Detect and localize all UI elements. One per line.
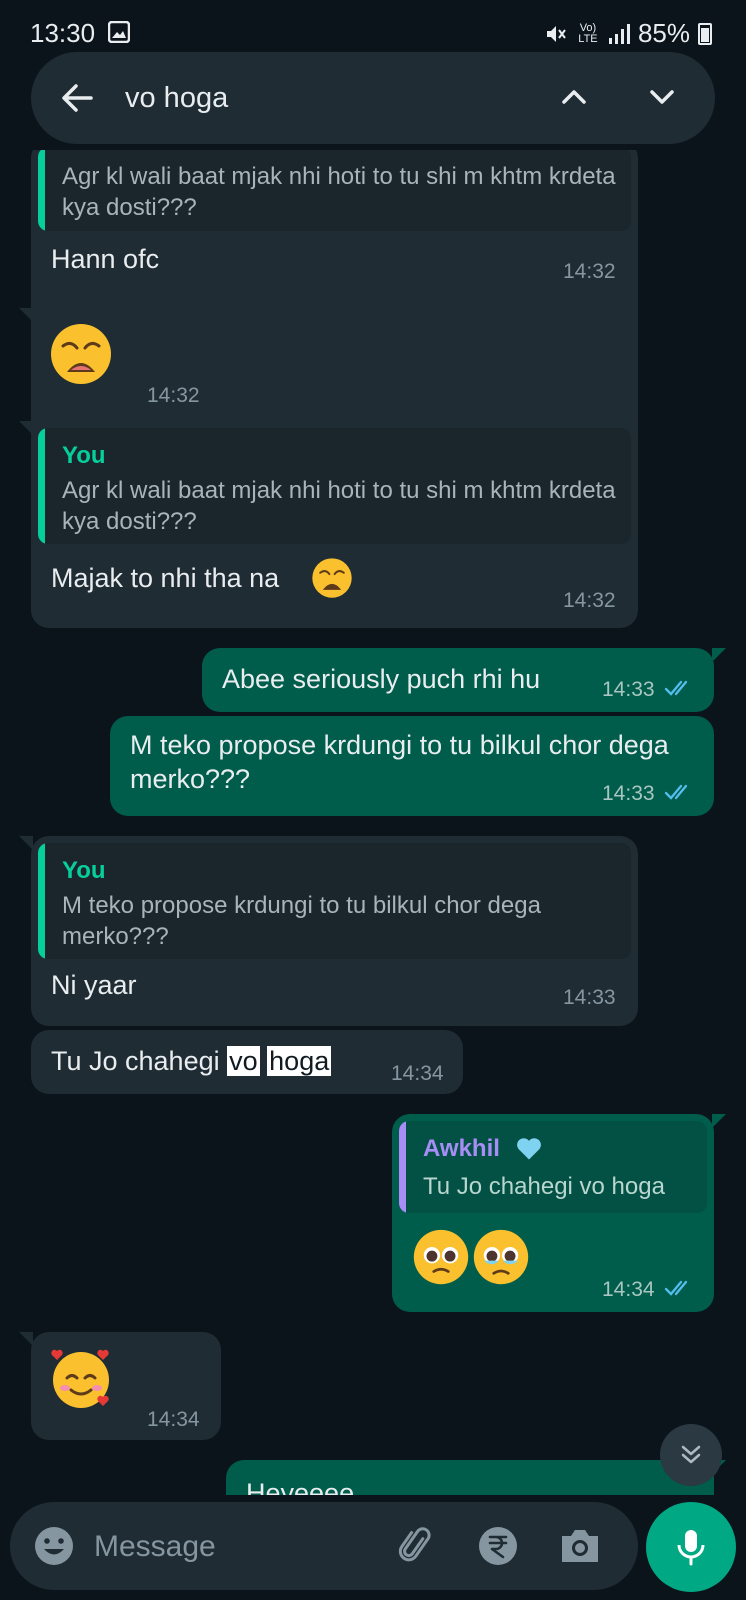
signal-icon xyxy=(608,23,630,44)
message-text: Majak to nhi tha na xyxy=(51,563,280,593)
back-arrow-icon[interactable] xyxy=(59,80,95,116)
mute-icon xyxy=(546,25,566,42)
quoted-message[interactable]: You M teko propose krdungi to tu bilkul … xyxy=(38,843,631,959)
message-text-part: Tu Jo chahegi xyxy=(51,1046,228,1076)
smiling-face-with-hearts-icon xyxy=(51,1349,109,1408)
message-input[interactable]: Message xyxy=(94,1530,216,1564)
search-highlight: hoga xyxy=(267,1046,332,1076)
message-text: Abee seriously puch rhi hu xyxy=(222,664,541,694)
chat-area[interactable]: Agr kl wali baat mjak nhi hoti to tu shi… xyxy=(0,150,746,1495)
message-bubble-incoming[interactable]: You M teko propose krdungi to tu bilkul … xyxy=(19,836,638,1026)
read-receipt-icon xyxy=(664,680,688,696)
message-time: 14:32 xyxy=(563,589,616,612)
message-time: 14:33 xyxy=(563,986,616,1009)
message-time: 14:34 xyxy=(602,1278,655,1301)
battery-icon xyxy=(698,22,712,45)
volte-label: Vo) LTE xyxy=(578,21,598,45)
message-time: 14:33 xyxy=(602,782,655,805)
scroll-to-bottom-button[interactable] xyxy=(660,1424,722,1486)
quoted-text: M teko propose krdungi to tu bilkul chor… xyxy=(62,892,541,950)
emoji-icon[interactable] xyxy=(32,1524,76,1568)
message-time: 14:33 xyxy=(602,678,655,701)
light-blue-heart-icon xyxy=(517,1138,541,1160)
message-text: Ni yaar xyxy=(51,970,137,1000)
quoted-message[interactable]: You Agr kl wali baat mjak nhi hoti to tu… xyxy=(38,428,631,544)
message-bubble-incoming[interactable]: 14:32 xyxy=(19,308,221,416)
payment-rupee-icon[interactable] xyxy=(476,1524,520,1568)
quoted-text: Tu Jo chahegi vo hoga xyxy=(423,1173,665,1200)
message-bubble-outgoing[interactable]: Awkhil Tu Jo chahegi vo hoga 14:34 xyxy=(392,1114,726,1312)
quoted-message[interactable]: Awkhil Tu Jo chahegi vo hoga xyxy=(399,1121,707,1213)
message-text: Tu Jo chahegi vo hoga xyxy=(51,1044,332,1078)
message-bubble-outgoing[interactable]: Abee seriously puch rhi hu 14:33 xyxy=(202,648,726,712)
message-text: Hann ofc xyxy=(51,244,160,274)
message-bubble-incoming[interactable]: 14:34 xyxy=(19,1332,221,1440)
message-time: 14:34 xyxy=(147,1408,200,1431)
message-time: 14:32 xyxy=(563,260,616,283)
quoted-text: Agr kl wali baat mjak nhi hoti to tu shi… xyxy=(62,163,616,221)
read-receipt-icon xyxy=(664,784,688,800)
message-time: 14:32 xyxy=(147,384,200,407)
pleading-face-icon xyxy=(413,1229,469,1285)
voice-message-button[interactable] xyxy=(646,1502,736,1592)
microphone-icon xyxy=(677,1530,705,1566)
weary-face-icon xyxy=(51,324,111,384)
weary-face-icon xyxy=(312,558,352,598)
battery-percent: 85% xyxy=(637,18,690,48)
gallery-icon xyxy=(108,21,130,43)
search-bar: vo hoga xyxy=(31,52,715,144)
status-bar: 13:30 Vo) LTE 85% xyxy=(0,0,746,60)
holding-back-tears-icon xyxy=(473,1229,529,1285)
message-text: Heyeeee xyxy=(246,1478,355,1495)
message-bubble-incoming[interactable]: Tu Jo chahegi vo hoga 14:34 xyxy=(31,1030,463,1094)
message-bubble-outgoing[interactable]: M teko propose krdungi to tu bilkul chor… xyxy=(110,716,714,816)
double-chevron-down-icon xyxy=(681,1445,701,1464)
message-bubble-incoming[interactable]: You Agr kl wali baat mjak nhi hoti to tu… xyxy=(19,421,638,628)
search-input[interactable]: vo hoga xyxy=(125,82,228,115)
message-time: 14:34 xyxy=(391,1062,444,1085)
message-composer: Message xyxy=(10,1502,638,1590)
read-receipt-icon xyxy=(664,1280,688,1296)
quoted-author: Awkhil xyxy=(423,1135,500,1162)
chevron-down-icon[interactable] xyxy=(645,80,679,114)
quoted-text: Agr kl wali baat mjak nhi hoti to tu shi… xyxy=(62,477,616,535)
message-bubble-outgoing[interactable]: Heyeeee xyxy=(226,1460,726,1495)
status-icons: Vo) LTE 85% xyxy=(544,18,712,49)
status-time: 13:30 xyxy=(30,18,96,48)
quoted-message[interactable]: Agr kl wali baat mjak nhi hoti to tu shi… xyxy=(38,150,631,231)
attach-icon[interactable] xyxy=(394,1524,438,1568)
chevron-up-icon[interactable] xyxy=(557,80,591,114)
quoted-author: You xyxy=(62,442,106,469)
search-highlight: vo xyxy=(227,1046,260,1076)
quoted-author: You xyxy=(62,857,106,884)
camera-icon[interactable] xyxy=(558,1526,602,1566)
